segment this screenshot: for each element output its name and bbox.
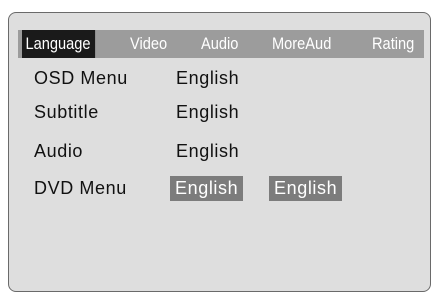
tab-moreaud[interactable]: MoreAud — [272, 30, 331, 58]
audio-label[interactable]: Audio — [34, 141, 83, 162]
audio-value[interactable]: English — [176, 141, 239, 162]
dvd-menu-label[interactable]: DVD Menu — [34, 178, 127, 199]
dvd-menu-option[interactable]: English — [269, 176, 343, 201]
tab-video[interactable]: Video — [130, 30, 167, 58]
osd-menu-label[interactable]: OSD Menu — [34, 68, 128, 89]
dvd-menu-option-selected[interactable]: English — [170, 176, 244, 201]
tab-bar: Language Video Audio MoreAud Rating — [18, 30, 424, 58]
tab-rating[interactable]: Rating — [372, 30, 414, 58]
subtitle-value[interactable]: English — [176, 102, 239, 123]
tab-language[interactable]: Language — [22, 30, 95, 58]
subtitle-label[interactable]: Subtitle — [34, 102, 99, 123]
tab-audio[interactable]: Audio — [201, 30, 238, 58]
osd-menu-value[interactable]: English — [176, 68, 239, 89]
